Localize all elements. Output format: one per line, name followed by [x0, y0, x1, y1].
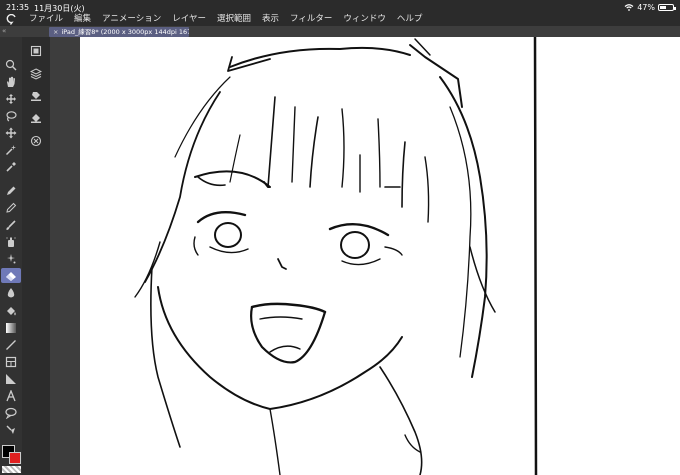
ruler-icon[interactable] [1, 371, 21, 386]
layers-icon[interactable] [26, 66, 46, 82]
blend-icon[interactable] [1, 285, 21, 300]
correct-line-icon[interactable] [1, 422, 21, 437]
move-layer-icon[interactable] [1, 91, 21, 106]
menu-view[interactable]: 表示 [262, 13, 279, 25]
canvas-gutter [50, 37, 80, 475]
brush-icon[interactable] [1, 217, 21, 232]
menu-filter[interactable]: フィルター [290, 13, 332, 25]
menu-bar: ファイル 編集 アニメーション レイヤー 選択範囲 表示 フィルター ウィンドウ… [0, 12, 433, 26]
zoom-icon[interactable] [1, 57, 21, 72]
decoration-icon[interactable] [1, 251, 21, 266]
menu-layer[interactable]: レイヤー [172, 13, 206, 25]
menu-edit[interactable]: 編集 [74, 13, 91, 25]
menu-window[interactable]: ウィンドウ [343, 13, 386, 25]
magic-wand-icon[interactable] [1, 142, 21, 157]
transparent-color-swatch[interactable] [2, 466, 21, 473]
tab-scroll-icon[interactable]: « [2, 26, 7, 37]
sub-tool-palette [22, 37, 50, 475]
lasso-icon[interactable] [1, 108, 21, 123]
menu-animation[interactable]: アニメーション [102, 13, 161, 25]
eraser-icon[interactable] [1, 268, 21, 283]
fill-icon[interactable] [1, 303, 21, 318]
close-tab-icon[interactable]: × [53, 27, 58, 37]
battery-icon [658, 4, 676, 11]
menu-file[interactable]: ファイル [29, 13, 63, 25]
sketch-drawing [134, 37, 538, 475]
frame-icon[interactable] [1, 354, 21, 369]
battery-percent: 47% [637, 3, 655, 12]
text-icon[interactable] [1, 388, 21, 403]
top-bar: 21:35 11月30日(火) 47% ファイル 編集 アニメーション レイヤー… [0, 0, 680, 26]
status-time: 21:35 [6, 3, 30, 12]
canvas-icon[interactable] [26, 43, 46, 59]
layer-property-icon[interactable] [26, 88, 46, 104]
airbrush-icon[interactable] [1, 234, 21, 249]
gradient-icon[interactable] [1, 320, 21, 335]
menu-selection[interactable]: 選択範囲 [217, 13, 251, 25]
sub-color-swatch[interactable] [9, 452, 21, 464]
pen-icon[interactable] [1, 183, 21, 198]
line-icon[interactable] [1, 337, 21, 352]
document-tab[interactable]: ×iPad_練習8* (2000 x 3000px 144dpi 167.2%) [49, 27, 189, 37]
hand-icon[interactable] [1, 74, 21, 89]
drawing-canvas[interactable] [80, 37, 680, 475]
document-title: iPad_練習8* (2000 x 3000px 144dpi 167.2%) [61, 28, 189, 36]
tool-palette [0, 37, 22, 475]
navigator-icon[interactable] [26, 133, 46, 149]
status-indicators: 47% [624, 3, 676, 12]
eyedropper-icon[interactable] [1, 159, 21, 174]
wifi-icon [624, 4, 634, 11]
clear-icon[interactable] [26, 110, 46, 126]
tab-bar: « ×iPad_練習8* (2000 x 3000px 144dpi 167.2… [0, 26, 680, 37]
move-icon[interactable] [1, 125, 21, 140]
pencil-icon[interactable] [1, 200, 21, 215]
app-menu-icon[interactable] [3, 13, 21, 25]
menu-help[interactable]: ヘルプ [397, 13, 423, 25]
balloon-icon[interactable] [1, 405, 21, 420]
